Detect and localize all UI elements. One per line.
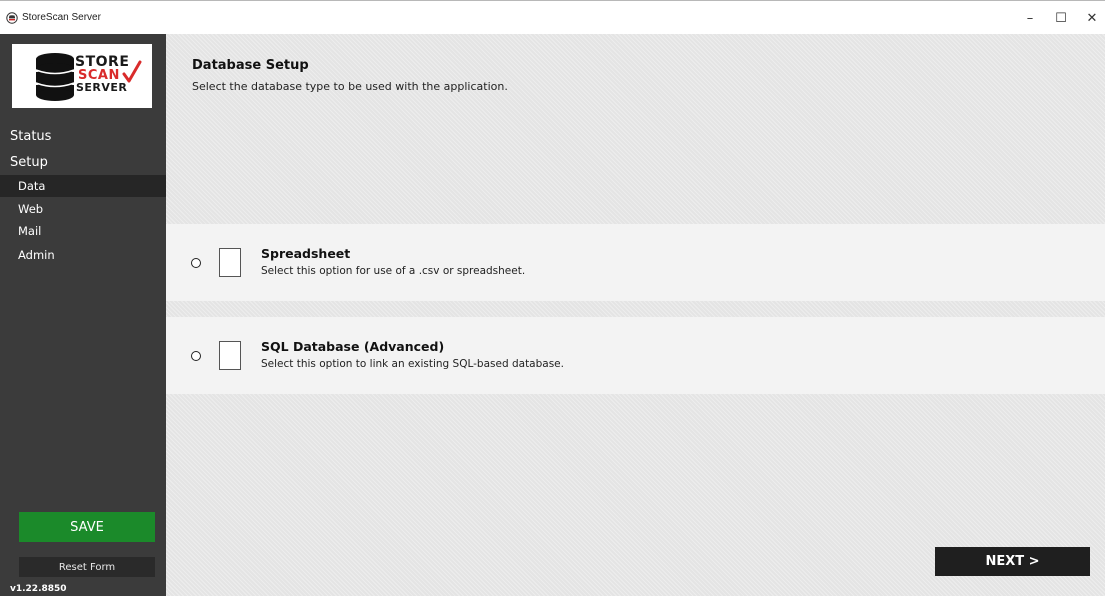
option-title: SQL Database (Advanced) xyxy=(261,339,445,354)
page-description: Select the database type to be used with… xyxy=(192,80,508,93)
main-content: Database Setup Select the database type … xyxy=(166,34,1105,596)
minimize-button[interactable]: – xyxy=(1016,7,1044,29)
maximize-icon: ☐ xyxy=(1055,10,1067,26)
window-title: StoreScan Server xyxy=(22,12,101,23)
logo-text-server: SERVER xyxy=(76,81,128,94)
sidebar-item-setup[interactable]: Setup xyxy=(0,150,166,176)
sidebar-item-admin[interactable]: Admin xyxy=(0,244,166,266)
close-button[interactable]: ✕ xyxy=(1078,7,1105,29)
option-description: Select this option to link an existing S… xyxy=(261,358,564,370)
storescan-app-icon xyxy=(6,12,18,24)
next-button[interactable]: NEXT > xyxy=(935,547,1090,576)
option-sql-database[interactable]: SQL Database (Advanced) Select this opti… xyxy=(166,317,1105,394)
sql-database-radio[interactable] xyxy=(191,351,201,361)
spreadsheet-radio[interactable] xyxy=(191,258,201,268)
save-button[interactable]: SAVE xyxy=(19,512,155,542)
sidebar-item-data[interactable]: Data xyxy=(0,175,166,197)
logo-text-store: STORE xyxy=(75,54,130,70)
version-label: v1.22.8850 xyxy=(10,584,67,594)
sidebar: STORE SCAN SERVER Status Setup Data Web … xyxy=(0,34,166,596)
close-icon: ✕ xyxy=(1086,10,1098,26)
window-titlebar: StoreScan Server – ☐ ✕ xyxy=(0,0,1105,34)
option-spreadsheet[interactable]: Spreadsheet Select this option for use o… xyxy=(166,224,1105,301)
logo: STORE SCAN SERVER xyxy=(12,44,152,108)
maximize-button[interactable]: ☐ xyxy=(1047,7,1075,29)
sidebar-item-mail[interactable]: Mail xyxy=(0,220,166,242)
option-description: Select this option for use of a .csv or … xyxy=(261,265,526,277)
sidebar-item-status[interactable]: Status xyxy=(0,124,166,150)
page-title: Database Setup xyxy=(192,58,309,73)
document-icon xyxy=(219,248,241,277)
document-icon xyxy=(219,341,241,370)
minimize-icon: – xyxy=(1026,10,1034,26)
sidebar-item-web[interactable]: Web xyxy=(0,198,166,220)
reset-form-button[interactable]: Reset Form xyxy=(19,557,155,577)
option-title: Spreadsheet xyxy=(261,246,351,261)
